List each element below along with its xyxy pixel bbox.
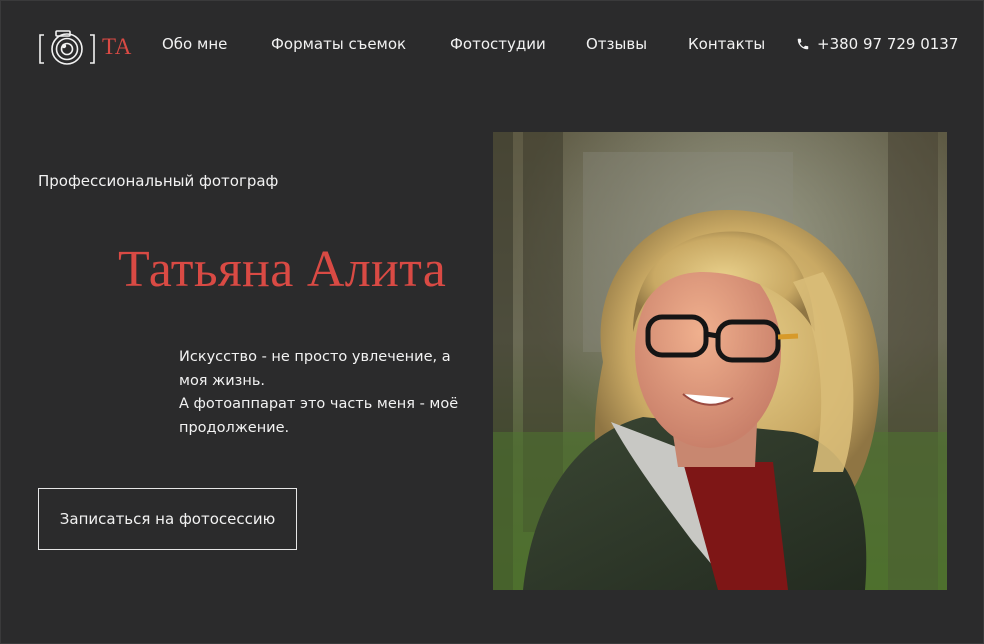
tagline-line: А фотоаппарат это часть меня - моё продо…	[179, 396, 459, 436]
phone-number: +380 97 729 0137	[817, 35, 959, 53]
camera-icon	[38, 27, 96, 67]
hero-subtitle: Профессиональный фотограф	[38, 172, 279, 190]
tagline-line: Искусство - не просто увлечение, а моя ж…	[179, 349, 451, 389]
nav-link-about[interactable]: Обо мне	[162, 35, 227, 53]
book-photoshoot-button[interactable]: Записаться на фотосессию	[38, 488, 297, 550]
logo-text: TA	[102, 34, 132, 59]
nav-link-studios[interactable]: Фотостудии	[450, 35, 546, 53]
hero-name: Татьяна Алита	[118, 241, 447, 298]
nav-link-formats[interactable]: Форматы съемок	[271, 35, 406, 53]
nav-link-reviews[interactable]: Отзывы	[586, 35, 647, 53]
logo[interactable]: TA	[38, 27, 132, 67]
nav-link-contacts[interactable]: Контакты	[688, 35, 765, 53]
portrait-photo	[493, 132, 947, 590]
phone-link[interactable]: +380 97 729 0137	[796, 35, 958, 53]
phone-icon	[796, 37, 817, 51]
hero-tagline: Искусство - не просто увлечение, а моя ж…	[179, 346, 479, 440]
